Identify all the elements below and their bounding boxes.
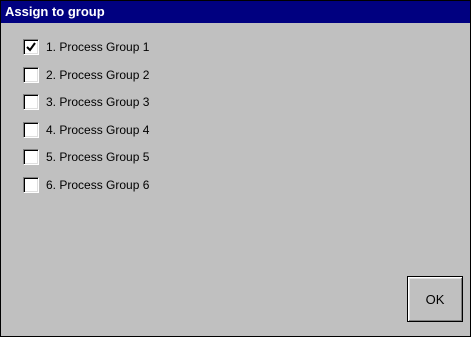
group-3-label: 3. Process Group 3 — [46, 95, 150, 110]
group-6-checkbox[interactable] — [23, 176, 39, 193]
group-5-label: 5. Process Group 5 — [46, 150, 150, 165]
dialog-title: Assign to group — [1, 1, 470, 23]
group-4-label: 4. Process Group 4 — [46, 122, 150, 137]
group-1-checkbox[interactable] — [23, 39, 39, 55]
group-item-2[interactable]: 2. Process Group 2 — [23, 66, 149, 84]
group-item-5[interactable]: 5. Process Group 5 — [23, 148, 149, 166]
group-3-checkbox[interactable] — [23, 94, 39, 111]
group-item-4[interactable]: 4. Process Group 4 — [23, 121, 149, 139]
group-5-checkbox[interactable] — [23, 149, 39, 166]
group-1-label: 1. Process Group 1 — [46, 40, 150, 54]
group-item-6[interactable]: 6. Process Group 6 — [23, 176, 149, 194]
group-4-checkbox[interactable] — [23, 121, 39, 138]
group-item-1[interactable]: 1. Process Group 1 — [23, 38, 149, 56]
ok-button[interactable]: OK — [407, 276, 463, 322]
group-item-3[interactable]: 3. Process Group 3 — [23, 93, 149, 111]
checkmark-icon — [26, 42, 36, 52]
group-2-checkbox[interactable] — [23, 66, 39, 83]
assign-group-dialog: Assign to group 1. Process Group 1 2. Pr… — [0, 0, 471, 337]
group-2-label: 2. Process Group 2 — [46, 67, 150, 82]
group-checkbox-list: 1. Process Group 1 2. Process Group 2 3.… — [23, 38, 149, 204]
group-6-label: 6. Process Group 6 — [46, 177, 150, 192]
